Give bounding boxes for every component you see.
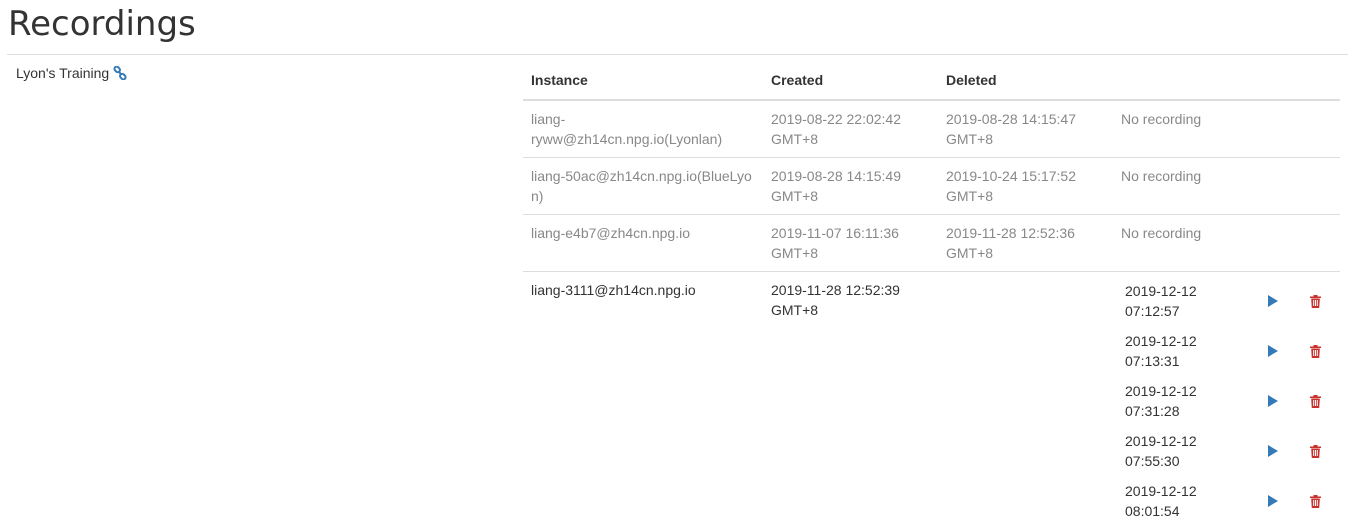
trash-icon[interactable] <box>1305 291 1325 311</box>
cell-status: No recording <box>1113 214 1340 272</box>
cell-deleted: 2019-10-24 15:17:52 GMT+8 <box>938 157 1113 215</box>
cell-recordings: 2019-12-12 07:12:57 2019-12-12 07:13:31 <box>1113 271 1340 532</box>
training-group: Lyon's Training <box>16 64 127 82</box>
cell-status: No recording <box>1113 157 1340 215</box>
play-icon[interactable] <box>1263 391 1283 411</box>
cell-deleted: 2019-11-28 12:52:36 GMT+8 <box>938 214 1113 272</box>
cell-instance: liang-50ac@zh14cn.npg.io(BlueLyon) <box>523 157 763 215</box>
recording-time: 2019-12-12 07:13:31 <box>1125 333 1197 369</box>
training-group-name: Lyon's Training <box>16 65 110 81</box>
recording-item: 2019-12-12 07:31:28 <box>1121 376 1332 426</box>
table-row: liang-e4b7@zh4cn.npg.io 2019-11-07 16:11… <box>523 214 1340 272</box>
recording-time: 2019-12-12 07:55:30 <box>1125 433 1197 469</box>
recording-item: 2019-12-12 07:13:31 <box>1121 326 1332 376</box>
cell-deleted: 2019-08-28 14:15:47 GMT+8 <box>946 111 1076 147</box>
header-deleted: Deleted <box>938 60 1113 101</box>
recordings-page: Recordings Lyon's Training Instance Crea… <box>0 0 1358 532</box>
cell-instance: liang-ryww@zh14cn.npg.io(Lyonlan) <box>531 111 723 147</box>
link-icon[interactable] <box>113 66 127 80</box>
recording-time: 2019-12-12 07:31:28 <box>1125 383 1197 419</box>
cell-status: No recording <box>1121 111 1202 127</box>
recording-time: 2019-12-12 08:01:54 <box>1125 483 1197 519</box>
title-divider <box>7 54 1348 55</box>
table-row: liang-50ac@zh14cn.npg.io(BlueLyon) 2019-… <box>523 157 1340 215</box>
table-row-active: liang-3111@zh14cn.npg.io 2019-11-28 12:5… <box>523 271 1340 532</box>
header-recordings <box>1113 60 1340 101</box>
cell-instance: liang-3111@zh14cn.npg.io <box>523 271 763 532</box>
trash-icon[interactable] <box>1305 341 1325 361</box>
play-icon[interactable] <box>1263 441 1283 461</box>
cell-created: 2019-08-28 14:15:49 GMT+8 <box>763 157 938 215</box>
header-instance: Instance <box>523 60 763 101</box>
page-title: Recordings <box>8 4 196 44</box>
table-header-row: Instance Created Deleted <box>523 60 1340 101</box>
cell-created: 2019-08-22 22:02:42 GMT+8 <box>771 111 901 147</box>
recording-item: 2019-12-12 08:01:54 <box>1121 476 1332 526</box>
cell-created: 2019-11-07 16:11:36 GMT+8 <box>763 214 938 272</box>
trash-icon[interactable] <box>1305 491 1325 511</box>
cell-instance: liang-e4b7@zh4cn.npg.io <box>523 214 763 272</box>
play-icon[interactable] <box>1263 491 1283 511</box>
recording-time: 2019-12-12 07:12:57 <box>1125 283 1197 319</box>
cell-deleted <box>938 271 1113 532</box>
cell-created: 2019-11-28 12:52:39 GMT+8 <box>763 271 938 532</box>
trash-icon[interactable] <box>1305 391 1325 411</box>
recordings-table: Instance Created Deleted liang-ryww@zh14… <box>523 60 1340 532</box>
header-created: Created <box>763 60 938 101</box>
recordings-list: 2019-12-12 07:12:57 2019-12-12 07:13:31 <box>1121 276 1332 526</box>
play-icon[interactable] <box>1263 341 1283 361</box>
table-row: liang-ryww@zh14cn.npg.io(Lyonlan) 2019-0… <box>523 100 1340 158</box>
recording-item: 2019-12-12 07:12:57 <box>1121 276 1332 326</box>
trash-icon[interactable] <box>1305 441 1325 461</box>
play-icon[interactable] <box>1263 291 1283 311</box>
recording-item: 2019-12-12 07:55:30 <box>1121 426 1332 476</box>
